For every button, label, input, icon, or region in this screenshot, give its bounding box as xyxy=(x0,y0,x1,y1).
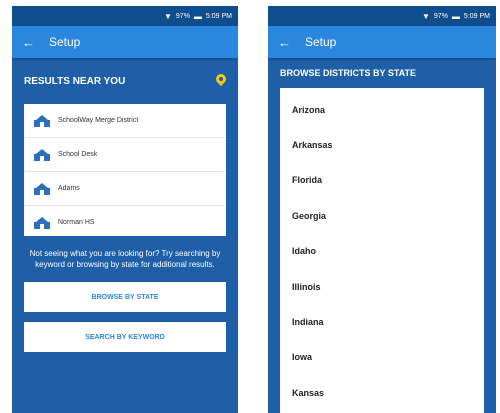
back-arrow-icon[interactable]: ← xyxy=(278,35,291,50)
help-text: Not seeing what you are looking for? Try… xyxy=(29,249,221,269)
state-item-idaho[interactable]: Idaho xyxy=(280,234,484,269)
state-item-arizona[interactable]: Arizona xyxy=(280,92,484,127)
result-item[interactable]: Norman HS xyxy=(24,206,226,236)
school-icon xyxy=(34,148,50,161)
state-item-florida[interactable]: Florida xyxy=(280,163,484,198)
results-header: RESULTS NEAR YOU xyxy=(12,58,238,104)
state-item-arkansas[interactable]: Arkansas xyxy=(280,127,484,162)
app-bar-title: Setup xyxy=(49,35,81,49)
status-bar: ▼ 97% ▬ 5:09 PM xyxy=(12,6,238,26)
results-list: SchoolWay Merge District School Desk Ada… xyxy=(24,104,226,236)
state-item-indiana[interactable]: Indiana xyxy=(280,304,484,339)
results-header-label: RESULTS NEAR YOU xyxy=(24,75,126,87)
app-bar-title: Setup xyxy=(305,35,337,49)
search-by-keyword-button[interactable]: SEARCH BY KEYWORD xyxy=(24,322,226,352)
result-item[interactable]: SchoolWay Merge District xyxy=(24,104,226,138)
school-icon xyxy=(34,114,50,127)
wifi-icon: ▼ xyxy=(163,11,172,21)
state-list: Arizona Arkansas Florida Georgia Idaho I… xyxy=(280,88,484,413)
phone-screen-results: ▼ 97% ▬ 5:09 PM ← Setup RESULTS NEAR YOU… xyxy=(12,6,238,413)
school-icon xyxy=(34,182,50,195)
battery-icon: ▬ xyxy=(193,11,202,21)
status-signal: 97% xyxy=(175,12,190,20)
state-item-illinois[interactable]: Illinois xyxy=(280,269,484,304)
app-bar: ← Setup xyxy=(12,26,238,58)
wifi-icon: ▼ xyxy=(421,11,430,21)
phone-screen-states: ▼ 97% ▬ 5:09 PM ← Setup BROWSE DISTRICTS… xyxy=(268,6,496,413)
battery-icon: ▬ xyxy=(451,11,460,21)
school-icon xyxy=(34,216,50,229)
browse-by-state-button[interactable]: BROWSE BY STATE xyxy=(24,282,226,312)
back-arrow-icon[interactable]: ← xyxy=(22,35,35,50)
status-time: 5:09 PM xyxy=(205,12,232,20)
result-name: Adams xyxy=(58,185,80,192)
state-item-kansas[interactable]: Kansas xyxy=(280,375,484,410)
state-item-iowa[interactable]: Iowa xyxy=(280,340,484,375)
status-signal: 97% xyxy=(433,12,448,20)
result-name: SchoolWay Merge District xyxy=(58,117,139,124)
browse-header: BROWSE DISTRICTS BY STATE xyxy=(280,68,417,78)
result-name: School Desk xyxy=(58,151,98,158)
app-bar: ← Setup xyxy=(268,26,496,58)
status-time: 5:09 PM xyxy=(463,12,490,20)
state-item-georgia[interactable]: Georgia xyxy=(280,198,484,233)
location-pin-icon[interactable] xyxy=(213,71,229,88)
status-bar: ▼ 97% ▬ 5:09 PM xyxy=(268,6,496,26)
result-item[interactable]: Adams xyxy=(24,172,226,206)
result-name: Norman HS xyxy=(58,219,95,226)
result-item[interactable]: School Desk xyxy=(24,138,226,172)
